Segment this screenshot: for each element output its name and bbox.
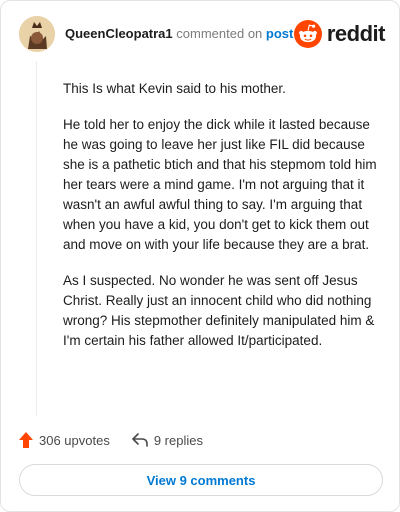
reddit-snoo-icon [293,20,322,48]
comment-meta: QueenCleopatra1 commented on post [65,26,293,41]
comment-paragraph: This Is what Kevin said to his mother. [63,81,286,96]
comment-actions: 306 upvotes 9 replies [19,430,203,450]
reply-count: 9 replies [153,432,203,448]
post-link[interactable]: post [266,26,293,41]
replies-button[interactable]: 9 replies [132,433,203,448]
upvote-arrow-icon [19,432,33,448]
comment-header: QueenCleopatra1 commented on post reddit [19,16,386,52]
reddit-wordmark: reddit [326,21,386,46]
comment-paragraph: As I suspected. No wonder he was sent of… [63,273,375,348]
avatar[interactable] [19,16,55,52]
comment-card: QueenCleopatra1 commented on post reddit… [0,0,400,512]
reddit-logo[interactable]: reddit [293,20,386,48]
reply-arrow-icon [132,433,148,447]
username[interactable]: QueenCleopatra1 [65,26,173,41]
commented-on-text: commented on [176,26,263,41]
comment-paragraph: He told her to enjoy the dick while it l… [63,117,377,252]
thread-line [36,61,37,416]
view-comments-button[interactable]: View 9 comments [19,464,383,496]
comment-body: This Is what Kevin said to his mother. H… [63,79,381,367]
upvote-button[interactable]: 306 upvotes [19,432,110,448]
user-avatar-icon [19,16,55,52]
upvote-count: 306 upvotes [39,432,110,448]
